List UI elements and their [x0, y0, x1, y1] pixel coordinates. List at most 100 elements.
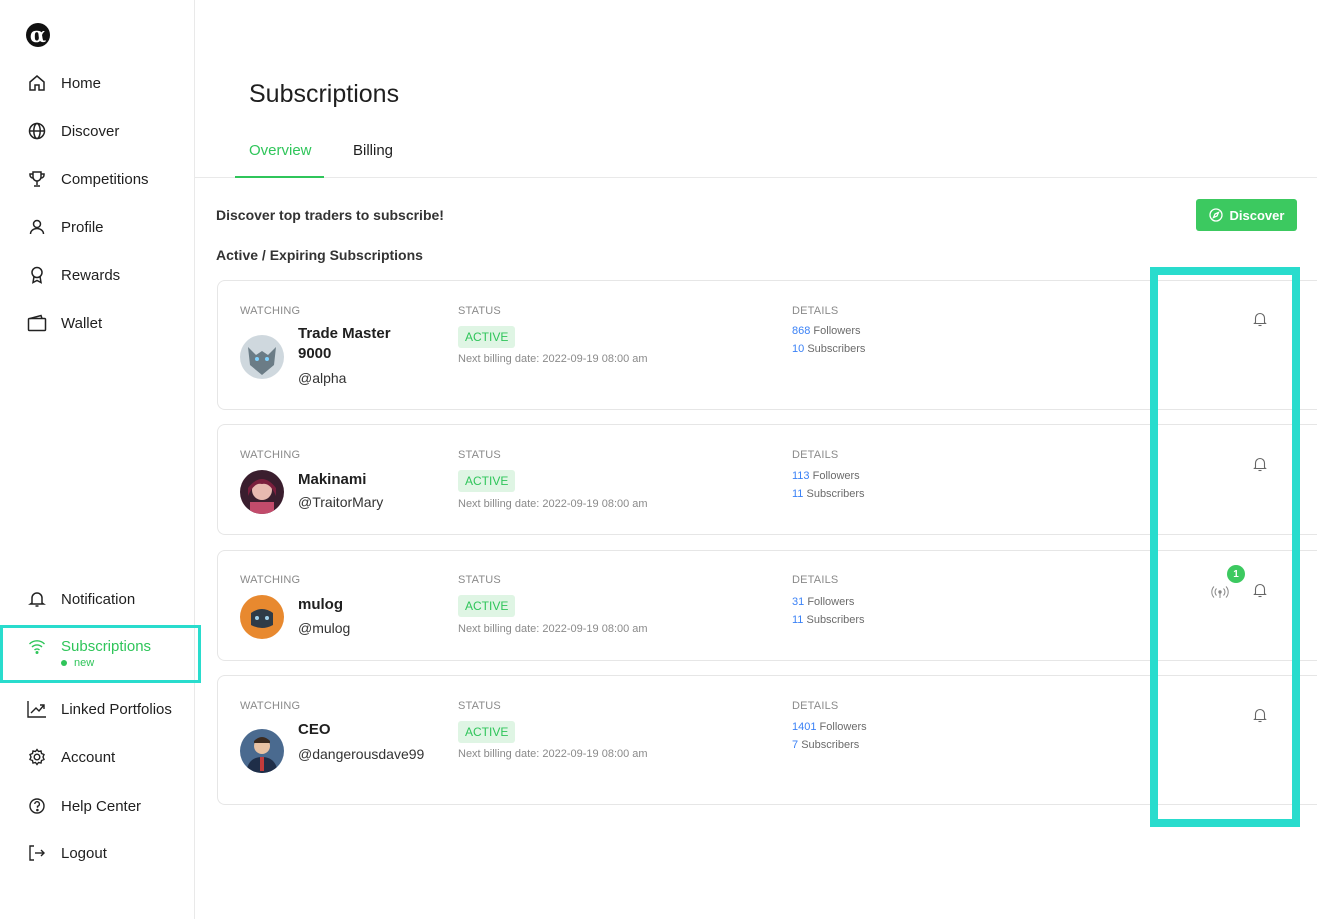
- subscription-card[interactable]: WATCHING Makinami @TraitorMary STATUS AC…: [217, 424, 1317, 535]
- details-header: DETAILS: [792, 700, 839, 712]
- user-icon: [26, 216, 48, 238]
- logout-icon: [26, 842, 48, 864]
- watching-header: WATCHING: [240, 700, 301, 712]
- status-badge: ACTIVE: [458, 326, 516, 348]
- avatar[interactable]: [240, 729, 284, 773]
- status-badge: ACTIVE: [458, 721, 516, 743]
- watching-header: WATCHING: [240, 574, 301, 586]
- trophy-icon: [26, 168, 48, 190]
- followers-number[interactable]: 31: [792, 596, 804, 608]
- page-title: Subscriptions: [249, 80, 400, 108]
- status-header: STATUS: [458, 574, 501, 586]
- discover-button[interactable]: Discover: [1196, 199, 1297, 231]
- subscription-card[interactable]: WATCHING Trade Master 9000 @alpha STATUS…: [217, 280, 1317, 410]
- followers-count: 31 Followers: [792, 596, 854, 608]
- logo-glyph: α: [30, 22, 46, 47]
- nav-wallet[interactable]: Wallet: [26, 311, 102, 335]
- followers-label: Followers: [812, 470, 860, 482]
- active-tab-indicator: [235, 176, 324, 178]
- nav-competitions-label: Competitions: [61, 170, 149, 188]
- trader-name[interactable]: Makinami: [298, 470, 428, 490]
- subscription-card[interactable]: WATCHING mulog @mulog STATUS ACTIVE Next…: [217, 550, 1317, 661]
- subscribers-count: 11 Subscribers: [792, 488, 865, 500]
- globe-icon: [26, 120, 48, 142]
- trader-name[interactable]: mulog: [298, 595, 428, 615]
- alpha-logo[interactable]: α: [26, 18, 64, 56]
- trader-handle[interactable]: @dangerousdave99: [298, 745, 428, 763]
- subscription-card[interactable]: WATCHING CEO @dangerousdave99 STATUS ACT…: [217, 675, 1317, 805]
- trader-handle[interactable]: @TraitorMary: [298, 493, 428, 511]
- nav-logout[interactable]: Logout: [26, 841, 107, 865]
- status-badge: ACTIVE: [458, 470, 516, 492]
- trader-handle[interactable]: @alpha: [298, 369, 428, 387]
- discover-intro-text: Discover top traders to subscribe!: [216, 207, 444, 223]
- details-header: DETAILS: [792, 574, 839, 586]
- nav-linked-portfolios-label: Linked Portfolios: [61, 700, 172, 718]
- nav-wallet-label: Wallet: [61, 314, 103, 332]
- wallet-icon: [26, 312, 48, 334]
- chart-icon: [26, 698, 48, 720]
- subscribers-number[interactable]: 11: [792, 614, 803, 626]
- followers-number[interactable]: 113: [792, 470, 810, 482]
- avatar[interactable]: [240, 470, 284, 514]
- followers-number[interactable]: 868: [792, 325, 810, 337]
- subscribers-count: 11 Subscribers: [792, 614, 865, 626]
- status-badge: ACTIVE: [458, 595, 516, 617]
- nav-notification-label: Notification: [61, 590, 136, 608]
- followers-count: 868 Followers: [792, 325, 861, 337]
- bell-icon[interactable]: [1252, 311, 1268, 327]
- nav-discover-label: Discover: [61, 122, 120, 140]
- subscribers-label: Subscribers: [801, 739, 860, 751]
- subscribers-count: 7 Subscribers: [792, 739, 859, 751]
- nav-help-center-label: Help Center: [61, 797, 142, 815]
- subscriptions-highlight-box: [0, 625, 201, 683]
- live-signal-icon[interactable]: [1210, 584, 1230, 600]
- nav-profile-label: Profile: [61, 218, 104, 236]
- nav-competitions[interactable]: Competitions: [26, 167, 149, 191]
- details-header: DETAILS: [792, 449, 839, 461]
- subscribers-number[interactable]: 10: [792, 343, 804, 355]
- nav-discover[interactable]: Discover: [26, 119, 119, 143]
- status-header: STATUS: [458, 449, 501, 461]
- followers-label: Followers: [813, 325, 861, 337]
- watching-header: WATCHING: [240, 305, 301, 317]
- tabs-divider: [195, 177, 1317, 178]
- avatar[interactable]: [240, 335, 284, 379]
- subscribers-label: Subscribers: [806, 488, 865, 500]
- followers-count: 1401 Followers: [792, 721, 867, 733]
- trader-name[interactable]: CEO: [298, 720, 428, 740]
- nav-logout-label: Logout: [61, 844, 107, 862]
- notification-count-badge: 1: [1227, 565, 1245, 583]
- compass-icon: [1208, 208, 1223, 222]
- details-header: DETAILS: [792, 305, 839, 317]
- nav-notification[interactable]: Notification: [26, 587, 135, 611]
- nav-home[interactable]: Home: [26, 71, 101, 95]
- tab-billing[interactable]: Billing: [353, 142, 393, 159]
- subscribers-number[interactable]: 11: [792, 488, 803, 500]
- billing-date: Next billing date: 2022-09-19 08:00 am: [458, 748, 648, 760]
- followers-number[interactable]: 1401: [792, 721, 816, 733]
- trader-handle[interactable]: @mulog: [298, 619, 428, 637]
- help-icon: [26, 795, 48, 817]
- nav-profile[interactable]: Profile: [26, 215, 104, 239]
- subscribers-label: Subscribers: [806, 614, 865, 626]
- nav-linked-portfolios[interactable]: Linked Portfolios: [26, 697, 172, 721]
- bell-icon[interactable]: [1252, 456, 1268, 472]
- tab-overview[interactable]: Overview: [249, 142, 312, 159]
- subscribers-number[interactable]: 7: [792, 739, 798, 751]
- followers-label: Followers: [819, 721, 867, 733]
- nav-rewards[interactable]: Rewards: [26, 263, 120, 287]
- trader-name[interactable]: Trade Master 9000: [298, 324, 428, 364]
- nav-account[interactable]: Account: [26, 745, 115, 769]
- followers-label: Followers: [807, 596, 855, 608]
- nav-help-center[interactable]: Help Center: [26, 794, 141, 818]
- award-icon: [26, 264, 48, 286]
- bell-icon[interactable]: [1252, 707, 1268, 723]
- subscribers-count: 10 Subscribers: [792, 343, 865, 355]
- avatar[interactable]: [240, 595, 284, 639]
- section-title: Active / Expiring Subscriptions: [216, 247, 423, 263]
- billing-date: Next billing date: 2022-09-19 08:00 am: [458, 623, 648, 635]
- billing-date: Next billing date: 2022-09-19 08:00 am: [458, 353, 648, 365]
- bell-icon[interactable]: [1252, 582, 1268, 598]
- sidebar: α Home Discover Competitions Profile Rew…: [0, 0, 201, 919]
